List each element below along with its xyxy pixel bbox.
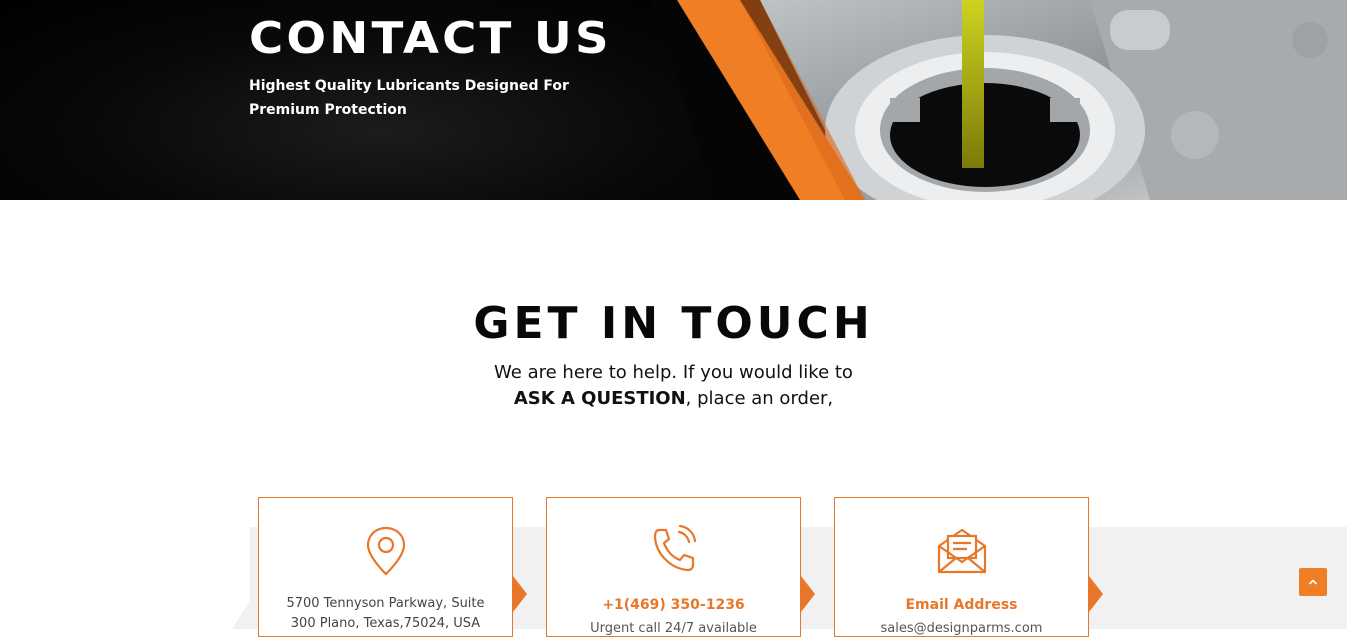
intro-emphasis: ASK A QUESTION xyxy=(513,388,686,409)
phone-availability: Urgent call 24/7 available xyxy=(590,621,757,636)
section-intro: We are here to help. If you would like t… xyxy=(0,360,1347,412)
address-line-1: 5700 Tennyson Parkway, Suite xyxy=(286,596,485,611)
card-arrow xyxy=(1089,576,1103,612)
address-line-2: 300 Plano, Texas,75024, USA xyxy=(290,616,481,631)
intro-line-2: ASK A QUESTION, place an order, xyxy=(0,386,1347,412)
hero-banner: CONTACT US Highest Quality Lubricants De… xyxy=(0,0,1347,200)
decorative-triangle xyxy=(232,600,250,629)
email-label: Email Address xyxy=(905,597,1018,613)
scroll-to-top-button[interactable] xyxy=(1299,568,1327,596)
intro-line-2-rest: , place an order, xyxy=(685,388,834,409)
email-card: Email Address sales@designparms.com xyxy=(834,497,1103,639)
phone-ringing-icon xyxy=(653,524,696,572)
hero-subtitle: Highest Quality Lubricants Designed For … xyxy=(249,78,569,118)
section-title: GET IN TOUCH xyxy=(473,298,874,349)
page-title: CONTACT US xyxy=(249,13,612,64)
intro-line-1: We are here to help. If you would like t… xyxy=(494,362,853,383)
card-arrow xyxy=(513,576,527,612)
card-arrow xyxy=(801,576,815,612)
address-card: 5700 Tennyson Parkway, Suite 300 Plano, … xyxy=(258,497,527,637)
location-pin-icon xyxy=(366,526,405,576)
chevron-up-icon xyxy=(1309,579,1317,585)
envelope-letter-icon xyxy=(937,528,986,574)
phone-number-link[interactable]: +1(469) 350-1236 xyxy=(547,595,800,615)
engine-oil-image xyxy=(652,0,1347,200)
address-text: 5700 Tennyson Parkway, Suite 300 Plano, … xyxy=(259,594,512,634)
email-address-link[interactable]: sales@designparms.com xyxy=(835,619,1088,639)
phone-card: +1(469) 350-1236 Urgent call 24/7 availa… xyxy=(546,497,815,637)
